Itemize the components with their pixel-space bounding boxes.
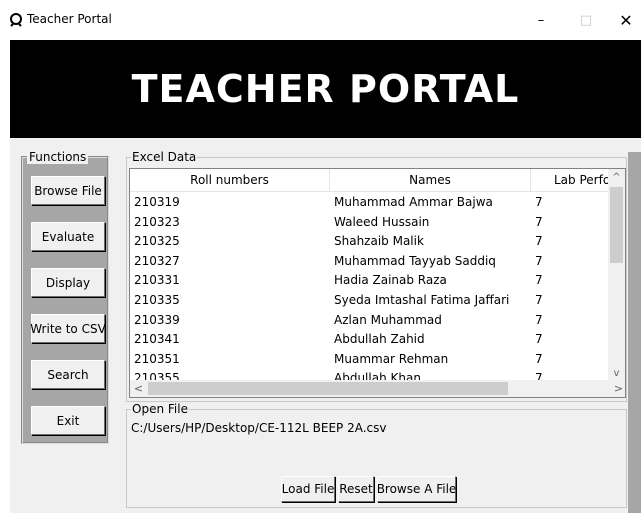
- excel-data-table[interactable]: Roll numbers Names Lab Perfor 210319 Muha…: [129, 168, 626, 398]
- minimize-button[interactable]: –: [521, 6, 561, 34]
- lab-performance-cell: 7: [535, 214, 543, 229]
- name-cell: Muammar Rehman: [334, 351, 449, 366]
- roll-number-cell: 210339: [134, 312, 180, 327]
- table-row[interactable]: 210335 Syeda Imtashal Fatima Jaffari 7: [130, 290, 610, 310]
- table-row[interactable]: 210327 Muhammad Tayyab Saddiq 7: [130, 251, 610, 271]
- column-header-names[interactable]: Names: [330, 169, 531, 192]
- evaluate-button[interactable]: Evaluate: [31, 222, 105, 251]
- name-cell: Waleed Hussain: [334, 214, 430, 229]
- browse-a-file-button[interactable]: Browse A File: [377, 476, 456, 502]
- write-to-csv-button[interactable]: Write to CSV: [30, 314, 106, 343]
- open-file-legend: Open File: [131, 402, 189, 416]
- name-cell: Shahzaib Malik: [334, 234, 424, 249]
- lab-performance-cell: 7: [535, 292, 543, 307]
- reset-button[interactable]: Reset: [338, 476, 374, 502]
- name-cell: Syeda Imtashal Fatima Jaffari: [334, 292, 510, 307]
- roll-number-cell: 210325: [134, 234, 180, 249]
- horizontal-scroll-thumb[interactable]: [148, 382, 508, 395]
- title-bar: Teacher Portal – □ ✕: [0, 0, 641, 40]
- roll-number-cell: 210341: [134, 332, 180, 347]
- name-cell: Azlan Muhammad: [334, 312, 442, 327]
- lab-performance-cell: 7: [535, 253, 543, 268]
- table-horizontal-scrollbar[interactable]: < >: [130, 380, 625, 397]
- banner-title: TEACHER PORTAL: [131, 67, 520, 111]
- scroll-left-icon[interactable]: <: [130, 380, 147, 397]
- functions-legend: Functions: [27, 150, 89, 164]
- file-path-label: C:/Users/HP/Desktop/CE-112L BEEP 2A.csv: [131, 421, 387, 435]
- column-header-lab-performance[interactable]: Lab Perfor: [531, 169, 610, 192]
- lab-performance-cell: 7: [535, 273, 543, 288]
- feather-icon: [10, 13, 22, 27]
- close-button[interactable]: ✕: [611, 6, 641, 34]
- exit-button[interactable]: Exit: [31, 406, 105, 435]
- scroll-right-icon[interactable]: >: [610, 380, 625, 397]
- roll-number-cell: 210331: [134, 273, 180, 288]
- table-row[interactable]: 210323 Waleed Hussain 7: [130, 212, 610, 232]
- table-row[interactable]: 210351 Muammar Rehman 7: [130, 349, 610, 369]
- table-row[interactable]: 210331 Hadia Zainab Raza 7: [130, 270, 610, 290]
- name-cell: Muhammad Ammar Bajwa: [334, 195, 493, 209]
- table-row[interactable]: 210339 Azlan Muhammad 7: [130, 310, 610, 330]
- column-header-roll-numbers[interactable]: Roll numbers: [130, 169, 330, 192]
- lab-performance-cell: 7: [535, 195, 543, 209]
- load-file-button[interactable]: Load File: [281, 476, 335, 502]
- maximize-button[interactable]: □: [566, 6, 606, 34]
- search-button[interactable]: Search: [31, 360, 105, 389]
- table-row[interactable]: 210319 Muhammad Ammar Bajwa 7: [130, 192, 610, 212]
- scroll-up-icon[interactable]: ^: [608, 169, 625, 186]
- table-row[interactable]: 210325 Shahzaib Malik 7: [130, 231, 610, 251]
- roll-number-cell: 210351: [134, 351, 180, 366]
- name-cell: Muhammad Tayyab Saddiq: [334, 253, 496, 268]
- roll-number-cell: 210327: [134, 253, 180, 268]
- display-button[interactable]: Display: [31, 268, 105, 297]
- lab-performance-cell: 7: [535, 351, 543, 366]
- table-row[interactable]: 210341 Abdullah Zahid 7: [130, 329, 610, 349]
- excel-data-legend: Excel Data: [131, 150, 198, 164]
- browse-file-button[interactable]: Browse File: [31, 176, 105, 205]
- vertical-scroll-thumb[interactable]: [610, 187, 623, 263]
- window-title: Teacher Portal: [27, 12, 112, 26]
- lab-performance-cell: 7: [535, 312, 543, 327]
- roll-number-cell: 210323: [134, 214, 180, 229]
- name-cell: Abdullah Zahid: [334, 332, 425, 347]
- lab-performance-cell: 7: [535, 332, 543, 347]
- roll-number-cell: 210319: [134, 195, 180, 209]
- table-vertical-scrollbar[interactable]: ^ v: [608, 169, 625, 382]
- window-scrollbar[interactable]: [628, 152, 641, 513]
- roll-number-cell: 210335: [134, 292, 180, 307]
- lab-performance-cell: 7: [535, 234, 543, 249]
- name-cell: Hadia Zainab Raza: [334, 273, 447, 288]
- table-body: 210319 Muhammad Ammar Bajwa 7 210323 Waleed…: [130, 192, 610, 382]
- portal-banner: TEACHER PORTAL: [10, 40, 641, 138]
